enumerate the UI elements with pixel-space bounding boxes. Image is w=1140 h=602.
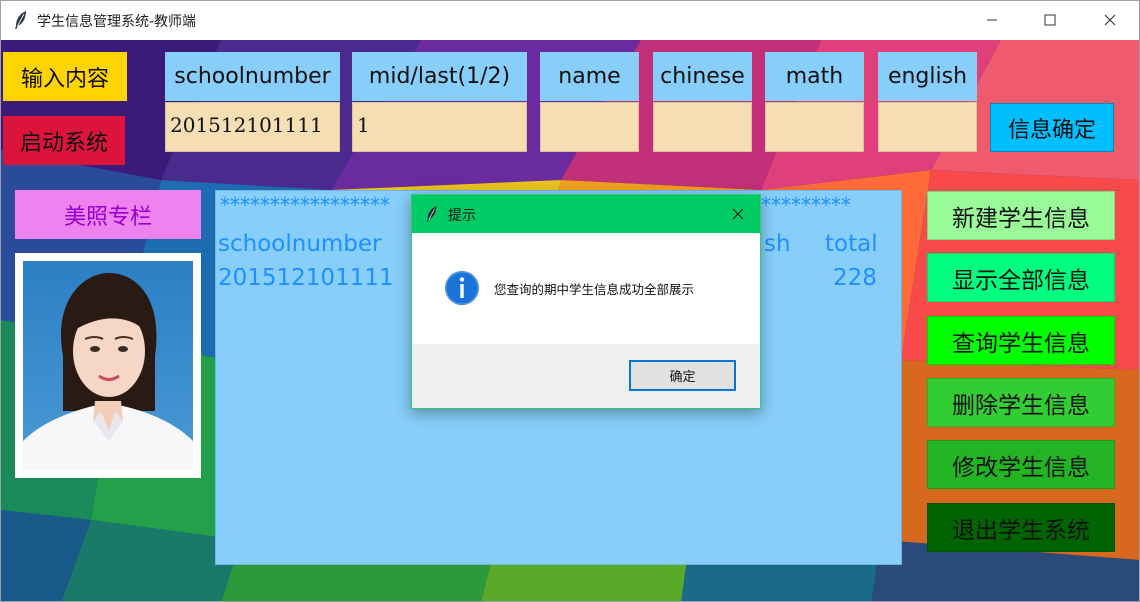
header-english: english — [878, 52, 977, 101]
header-mid-last: mid/last(1/2) — [352, 52, 527, 101]
photo-frame — [15, 253, 201, 478]
maximize-button[interactable] — [1021, 1, 1079, 39]
col-total-header: total — [825, 231, 878, 257]
window-title: 学生信息管理系统-教师端 — [37, 14, 197, 30]
close-icon — [1104, 14, 1116, 26]
col-english-header-partial: sh — [764, 231, 791, 257]
title-bar: 学生信息管理系统-教师端 — [1, 1, 1139, 39]
confirm-info-button[interactable]: 信息确定 — [990, 103, 1114, 152]
delete-student-button[interactable]: 删除学生信息 — [927, 378, 1115, 427]
dialog-body: 您查询的期中学生信息成功全部展示 — [412, 233, 760, 344]
feather-icon — [426, 206, 437, 222]
student-portrait — [23, 261, 193, 470]
name-input[interactable] — [540, 102, 639, 152]
dialog-title: 提示 — [448, 208, 476, 224]
input-content-label: 输入内容 — [3, 52, 127, 101]
dialog-title-bar: 提示 — [412, 195, 760, 233]
header-math: math — [765, 52, 864, 101]
col-schoolnumber-value: 201512101111 — [218, 265, 394, 291]
header-name: name — [540, 52, 639, 101]
info-icon — [445, 271, 479, 305]
schoolnumber-input[interactable]: 201512101111 — [165, 102, 340, 152]
header-chinese: chinese — [653, 52, 752, 101]
exit-system-button[interactable]: 退出学生系统 — [927, 503, 1115, 552]
main-window: 学生信息管理系统-教师端 输入内容 启动系统 schoolnumber mid/… — [0, 0, 1140, 602]
info-dialog: 提示 您查询的期中学生信息成功全部展示 确定 — [411, 194, 761, 409]
chinese-input[interactable] — [653, 102, 752, 152]
dialog-close-button[interactable] — [722, 200, 754, 228]
query-student-button[interactable]: 查询学生信息 — [927, 316, 1115, 365]
maximize-icon — [1044, 14, 1056, 26]
mid-last-input[interactable]: 1 — [352, 102, 527, 152]
close-icon — [732, 208, 744, 220]
header-schoolnumber: schoolnumber — [165, 52, 340, 101]
start-system-button[interactable]: 启动系统 — [3, 116, 125, 165]
english-input[interactable] — [878, 102, 977, 152]
feather-icon — [15, 11, 26, 29]
minimize-icon — [987, 19, 997, 21]
stars-left: ***************** — [220, 193, 390, 217]
close-button[interactable] — [1081, 1, 1139, 39]
dialog-ok-button[interactable]: 确定 — [629, 360, 736, 391]
math-input[interactable] — [765, 102, 864, 152]
minimize-button[interactable] — [963, 1, 1021, 39]
col-schoolnumber-header: schoolnumber — [218, 231, 382, 257]
stars-right: ********* — [761, 193, 851, 217]
col-total-value: 228 — [833, 265, 877, 291]
modify-student-button[interactable]: 修改学生信息 — [927, 440, 1115, 489]
new-student-button[interactable]: 新建学生信息 — [927, 191, 1115, 240]
dialog-message: 您查询的期中学生信息成功全部展示 — [494, 282, 695, 297]
photo-section-label: 美照专栏 — [15, 190, 201, 239]
show-all-button[interactable]: 显示全部信息 — [927, 253, 1115, 302]
